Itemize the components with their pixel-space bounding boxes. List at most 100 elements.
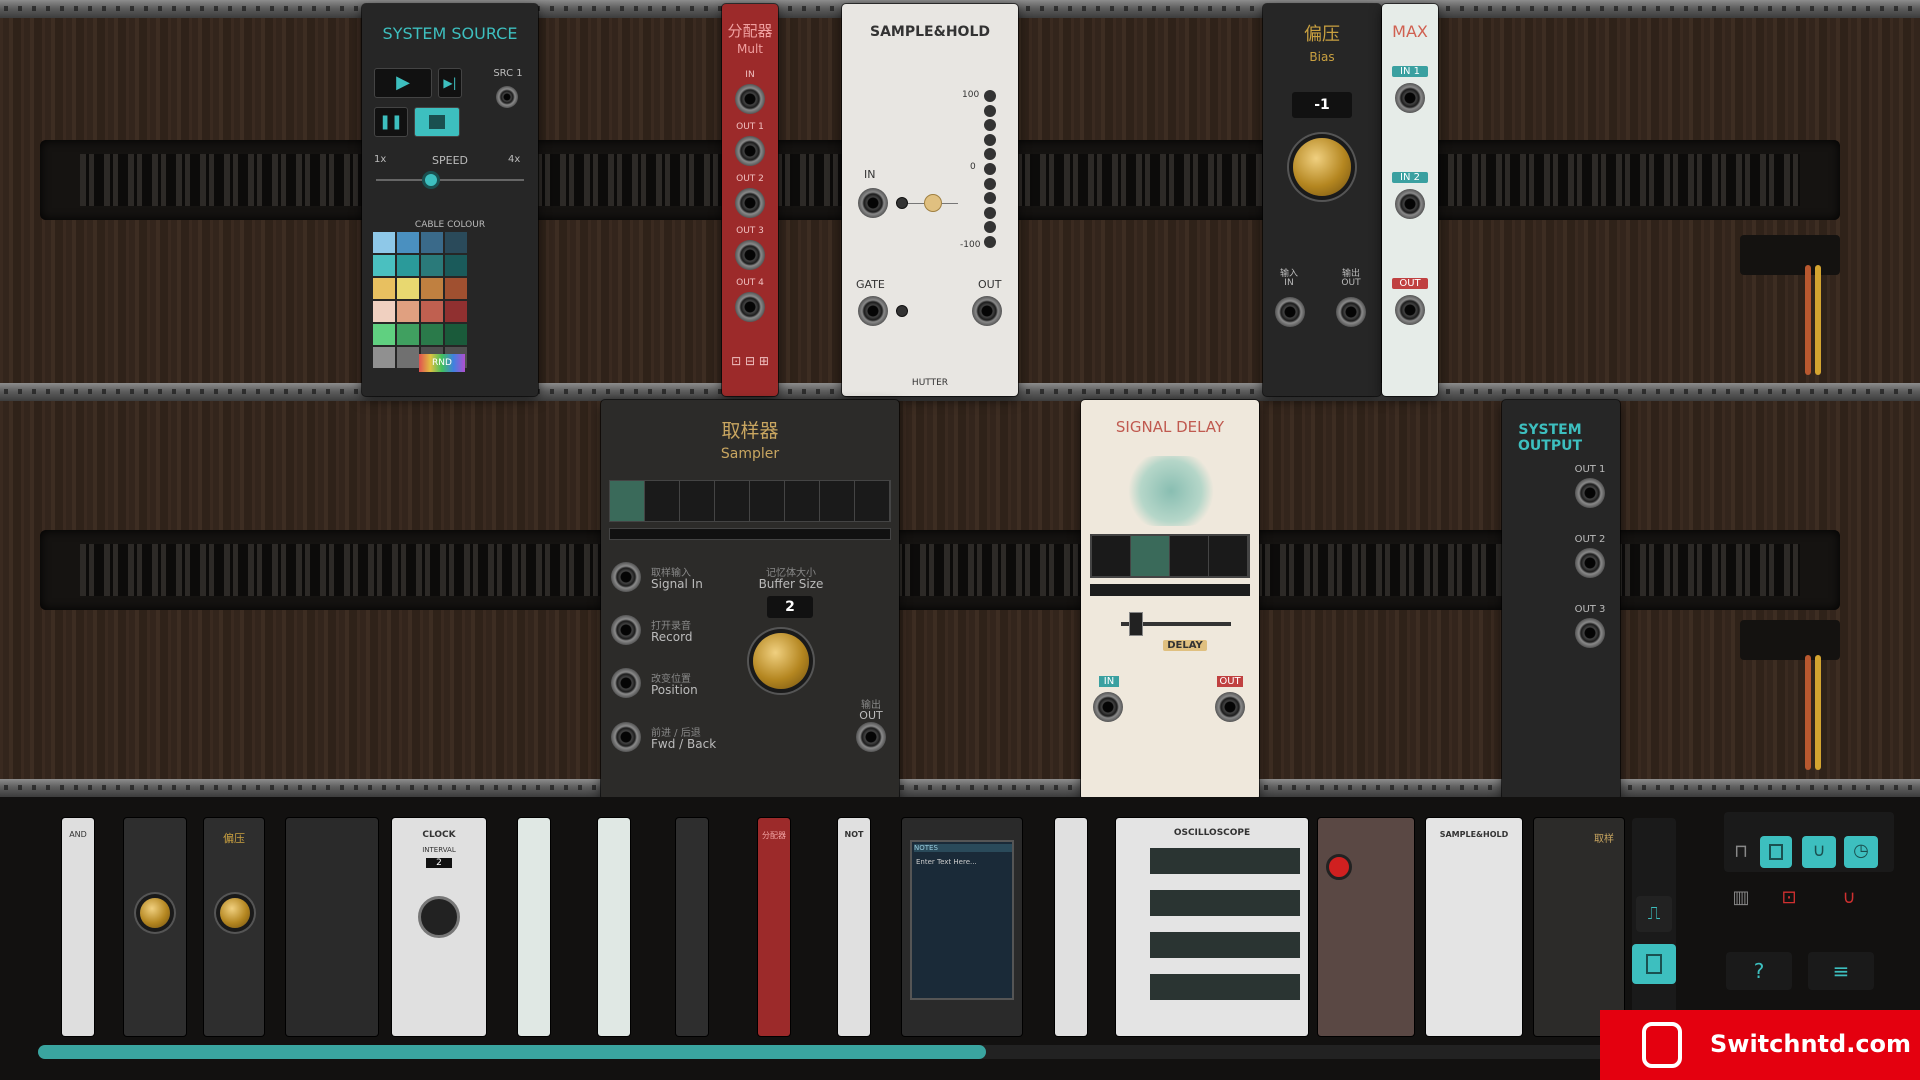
- level-led: [984, 221, 996, 234]
- tray-min-module[interactable]: [598, 818, 630, 1036]
- tray-switch-module[interactable]: [1318, 818, 1414, 1036]
- rack-workspace[interactable]: SYSTEM SOURCE ▶ ▶| ❚❚ SRC 1 1x SPEED 4x …: [0, 0, 1920, 1080]
- mult-out4-jack[interactable]: [735, 292, 765, 322]
- speed-slider-handle[interactable]: [422, 171, 440, 189]
- mult-out3-jack[interactable]: [735, 240, 765, 270]
- tray-interval-label: INTERVAL: [422, 846, 456, 854]
- cable-colour-swatch[interactable]: [445, 278, 467, 299]
- sysout-out3-jack[interactable]: [1575, 618, 1605, 648]
- tray-sample-hold-module[interactable]: SAMPLE&HOLD: [1426, 818, 1522, 1036]
- cable-colour-swatch[interactable]: [421, 255, 443, 276]
- cable-colour-swatch[interactable]: [421, 232, 443, 253]
- pause-button[interactable]: ❚❚: [374, 107, 408, 137]
- system-source-module[interactable]: SYSTEM SOURCE ▶ ▶| ❚❚ SRC 1 1x SPEED 4x …: [362, 4, 538, 396]
- lock-button[interactable]: ⊓: [1726, 836, 1756, 868]
- mult-out1-jack[interactable]: [735, 136, 765, 166]
- sh-in-jack[interactable]: [858, 188, 888, 218]
- tray-oscilloscope-module[interactable]: OSCILLOSCOPE: [1116, 818, 1308, 1036]
- tray-knob: [140, 898, 170, 928]
- delay-out-label: OUT: [1217, 676, 1243, 687]
- sampler-module[interactable]: 取样器 Sampler 取样输入 Signal In 记忆体大小 Buffer …: [601, 400, 899, 800]
- delay-out-jack[interactable]: [1215, 692, 1245, 722]
- bias-out-jack[interactable]: [1336, 297, 1366, 327]
- sample-hold-module[interactable]: SAMPLE&HOLD 100 0 -100 IN GATE OUT HUTTE…: [842, 4, 1018, 396]
- record-jack[interactable]: [611, 615, 641, 645]
- delay-in-jack[interactable]: [1093, 692, 1123, 722]
- bias-in-jack[interactable]: [1275, 297, 1305, 327]
- tray-sampler-module[interactable]: 取样: [1534, 818, 1624, 1036]
- max-in2-jack[interactable]: [1395, 189, 1425, 219]
- delete-module-button[interactable]: ⊡: [1772, 882, 1806, 914]
- step-button[interactable]: ▶|: [438, 68, 462, 98]
- tray-not-module[interactable]: NOT: [838, 818, 870, 1036]
- cable-colour-swatch[interactable]: [397, 347, 419, 368]
- bias-knob[interactable]: [1293, 138, 1351, 196]
- cable-colour-swatch[interactable]: [421, 301, 443, 322]
- cable-colour-swatch[interactable]: [397, 255, 419, 276]
- delete-cable-button[interactable]: ∪: [1832, 882, 1866, 914]
- max-module[interactable]: MAX IN 1 IN 2 OUT: [1382, 4, 1438, 396]
- tray-gate-module[interactable]: [1055, 818, 1087, 1036]
- cable-colour-swatch[interactable]: [373, 232, 395, 253]
- help-button[interactable]: ?: [1726, 952, 1792, 990]
- cable-colour-swatch[interactable]: [373, 324, 395, 345]
- sampler-out-label: OUT: [859, 709, 883, 722]
- tray-and-module[interactable]: AND: [62, 818, 94, 1036]
- waveform-toggle-button[interactable]: ⎍: [1636, 896, 1672, 932]
- play-button[interactable]: ▶: [374, 68, 432, 98]
- tray-clock-module[interactable]: CLOCK INTERVAL 2: [392, 818, 486, 1036]
- max-out-jack[interactable]: [1395, 295, 1425, 325]
- cable-colour-swatch[interactable]: [373, 255, 395, 276]
- system-output-module[interactable]: SYSTEM OUTPUT OUT 1 OUT 2 OUT 3: [1502, 400, 1620, 800]
- stop-button[interactable]: [414, 107, 460, 137]
- position-jack[interactable]: [611, 668, 641, 698]
- tray-bias-module[interactable]: [124, 818, 186, 1036]
- src1-jack[interactable]: [496, 86, 518, 108]
- bias-module[interactable]: 偏压 Bias -1 输入 IN 输出 OUT: [1263, 4, 1381, 396]
- sh-out-jack[interactable]: [972, 296, 1002, 326]
- tray-scrollbar-thumb[interactable]: [38, 1045, 986, 1059]
- cable-colour-swatch[interactable]: [373, 278, 395, 299]
- tray-max-module[interactable]: [518, 818, 550, 1036]
- cable-colour-swatch[interactable]: [421, 278, 443, 299]
- tray-scrollbar[interactable]: [38, 1045, 1618, 1059]
- menu-button[interactable]: ≡: [1808, 952, 1874, 990]
- signal-in-jack[interactable]: [611, 562, 641, 592]
- cable-mode-button[interactable]: ∪: [1802, 836, 1836, 868]
- cable-colour-swatch[interactable]: [397, 324, 419, 345]
- cable-colour-swatch[interactable]: [445, 255, 467, 276]
- random-colour-button[interactable]: RND: [419, 354, 465, 372]
- module-library-button[interactable]: [1632, 944, 1676, 984]
- select-module-button[interactable]: [1760, 836, 1792, 868]
- buffer-size-knob[interactable]: [753, 633, 809, 689]
- cable-colour-swatch[interactable]: [445, 324, 467, 345]
- delay-slider-handle[interactable]: [1129, 612, 1143, 636]
- cable-colour-swatch[interactable]: [397, 278, 419, 299]
- cable-colour-swatch[interactable]: [445, 232, 467, 253]
- mult-in-jack[interactable]: [735, 84, 765, 114]
- tray-bias-module-2[interactable]: 偏压: [204, 818, 264, 1036]
- cable-colour-swatch[interactable]: [445, 301, 467, 322]
- tray-mult-dark-module[interactable]: [676, 818, 708, 1036]
- fwd-back-jack[interactable]: [611, 722, 641, 752]
- cable-colour-swatch[interactable]: [373, 347, 395, 368]
- cable-clamp: [1740, 620, 1840, 660]
- sysout-out1-jack[interactable]: [1575, 478, 1605, 508]
- cable-colour-swatch[interactable]: [373, 301, 395, 322]
- sh-gate-jack[interactable]: [858, 296, 888, 326]
- mult-module[interactable]: 分配器 Mult IN OUT 1 OUT 2 OUT 3 OUT 4 ⊡ ⊟ …: [722, 4, 778, 396]
- cable-colour-swatch[interactable]: [397, 232, 419, 253]
- cable-colour-swatch[interactable]: [397, 301, 419, 322]
- history-button[interactable]: ◷: [1844, 836, 1878, 868]
- sysout-out2-jack[interactable]: [1575, 548, 1605, 578]
- tray-notes-module[interactable]: NOTES Enter Text Here...: [902, 818, 1022, 1036]
- signal-delay-module[interactable]: SIGNAL DELAY DELAY IN OUT: [1081, 400, 1259, 800]
- tray-blank-module[interactable]: [286, 818, 378, 1036]
- cable-colour-swatch[interactable]: [421, 324, 443, 345]
- tray-mult-module[interactable]: 分配器: [758, 818, 790, 1036]
- sampler-out-jack[interactable]: [856, 722, 886, 752]
- max-in1-jack[interactable]: [1395, 83, 1425, 113]
- max-in1-label: IN 1: [1392, 66, 1428, 77]
- mult-out2-jack[interactable]: [735, 188, 765, 218]
- delete-button[interactable]: ▥: [1726, 882, 1756, 914]
